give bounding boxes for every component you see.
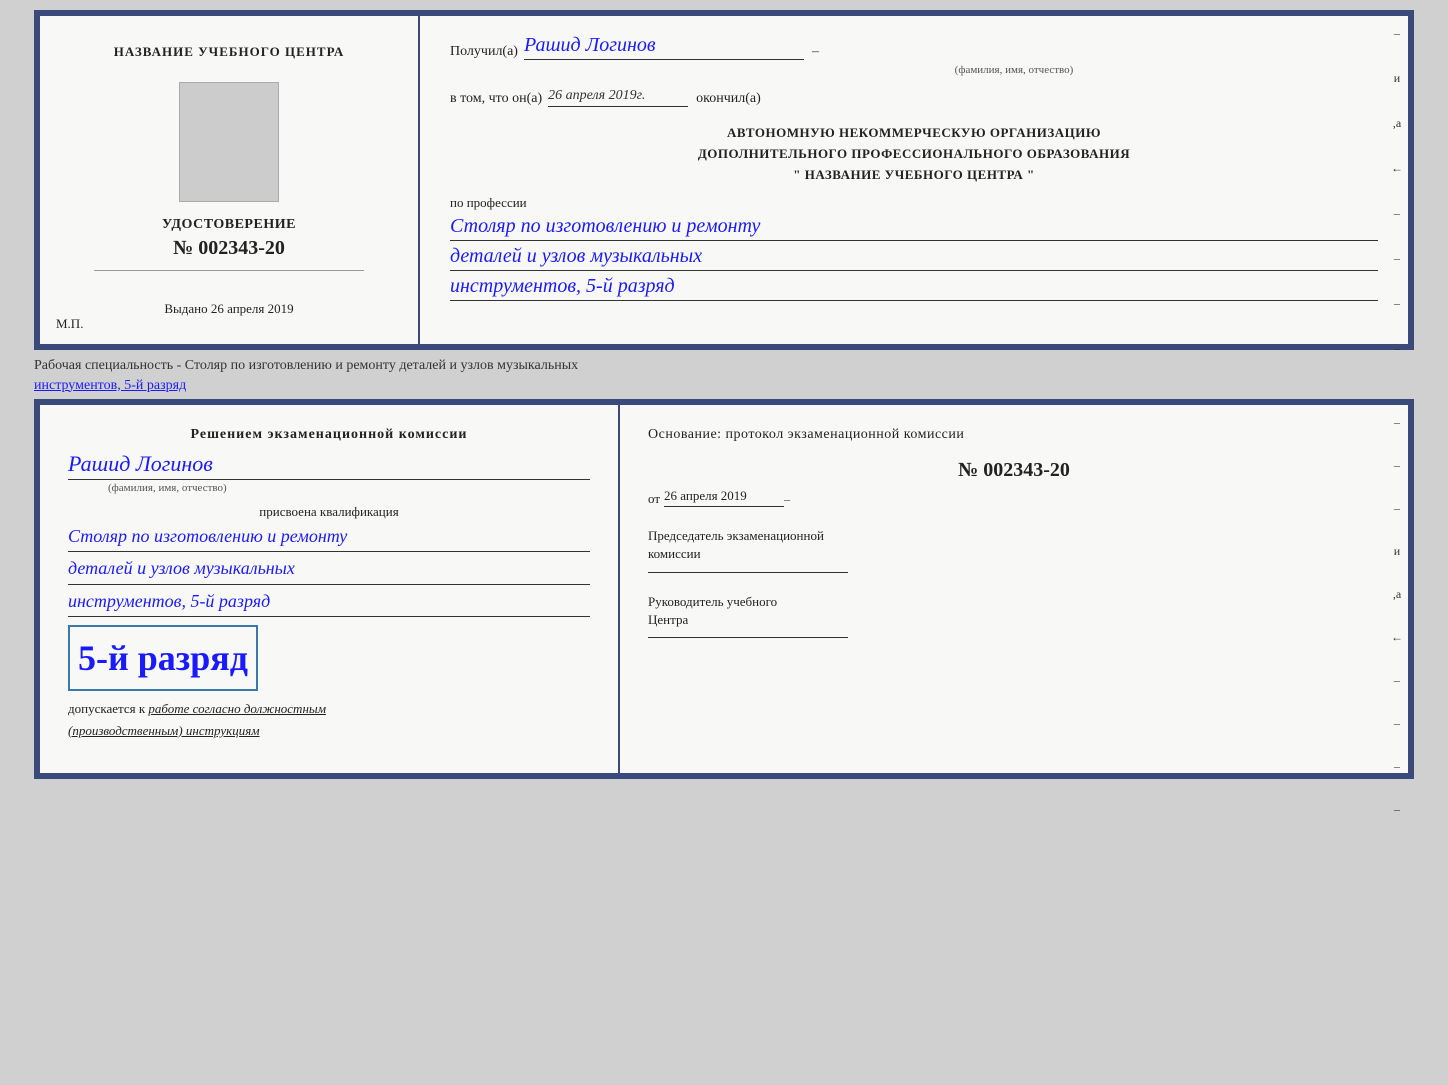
rukovoditel-label: Руководитель учебного Центра <box>648 593 1380 629</box>
mark-8: – <box>1394 341 1400 356</box>
mark-5: – <box>1394 206 1400 221</box>
photo-placeholder <box>179 82 279 202</box>
cert-top-left: НАЗВАНИЕ УЧЕБНОГО ЦЕНТРА УДОСТОВЕРЕНИЕ №… <box>40 16 420 344</box>
right-sidebar-marks2: – – – и ,а ← – – – – <box>1386 405 1408 773</box>
dopusk-italic2: (производственным) инструкциям <box>68 723 260 738</box>
predsedatel-block: Председатель экзаменационной комиссии <box>648 527 1380 572</box>
rukovoditel-line1: Руководитель учебного <box>648 593 1380 611</box>
rukovoditel-block: Руководитель учебного Центра <box>648 593 1380 638</box>
vtom-row: в том, что он(а) 26 апреля 2019г. окончи… <box>450 88 1378 107</box>
mark-6: – <box>1394 251 1400 266</box>
profession-line1: Столяр по изготовлению и ремонту <box>450 215 1378 241</box>
bmark-2: – <box>1394 458 1400 473</box>
bottom-profession-1: Столяр по изготовлению и ремонту <box>68 524 590 552</box>
mark-2: и <box>1394 71 1400 86</box>
between-text2-span: инструментов, 5-й разряд <box>34 378 186 393</box>
dopuskaetsya-row: допускается к работе согласно должностны… <box>68 701 590 717</box>
prisvoena-label: присвоена квалификация <box>68 504 590 520</box>
mp-label: М.П. <box>56 316 83 332</box>
top-certificate: НАЗВАНИЕ УЧЕБНОГО ЦЕНТРА УДОСТОВЕРЕНИЕ №… <box>34 10 1414 350</box>
osnovanie-label: Основание: протокол экзаменационной коми… <box>648 427 1380 443</box>
vydano-label: Выдано <box>164 301 207 316</box>
between-text1: Рабочая специальность - Столяр по изгото… <box>34 356 1414 376</box>
vydano-line: Выдано 26 апреля 2019 <box>164 301 293 317</box>
bottom-certificate: Решением экзаменационной комиссии Рашид … <box>34 399 1414 779</box>
mark-7: – <box>1394 296 1400 311</box>
cert-top-right: Получил(а) Рашид Логинов – (фамилия, имя… <box>420 16 1408 344</box>
bmark-5: ,а <box>1393 587 1401 602</box>
org-block: АВТОНОМНУЮ НЕКОММЕРЧЕСКУЮ ОРГАНИЗАЦИЮ ДО… <box>450 123 1378 185</box>
profession-line2: деталей и узлов музыкальных <box>450 245 1378 271</box>
predsedatel-line1: Председатель экзаменационной <box>648 527 1380 545</box>
poluchil-dash: – <box>812 44 819 60</box>
org-line1: АВТОНОМНУЮ НЕКОММЕРЧЕСКУЮ ОРГАНИЗАЦИЮ <box>450 123 1378 144</box>
vtom-date: 26 апреля 2019г. <box>548 88 688 107</box>
rukovoditel-line2: Центра <box>648 611 1380 629</box>
poluchil-row: Получил(а) Рашид Логинов – <box>450 34 1378 60</box>
poluchil-label: Получил(а) <box>450 44 518 60</box>
bottom-profession-2: деталей и узлов музыкальных <box>68 556 590 584</box>
protocol-number: № 002343-20 <box>648 459 1380 482</box>
udostoverenie-number: № 002343-20 <box>162 237 296 260</box>
po-professii-label: по профессии <box>450 195 1378 211</box>
resheniem-title: Решением экзаменационной комиссии <box>68 427 590 443</box>
bmark-6: ← <box>1391 630 1403 645</box>
protocol-date-row: от 26 апреля 2019 – <box>648 488 1380 507</box>
bmark-1: – <box>1394 415 1400 430</box>
mark-4: ← <box>1391 161 1403 176</box>
mark-1: – <box>1394 26 1400 41</box>
bmark-9: – <box>1394 759 1400 774</box>
razryad-highlight-box: 5-й разряд <box>68 625 258 691</box>
dopuskaetsya-row2: (производственным) инструкциям <box>68 723 590 739</box>
ot-label: от <box>648 491 660 507</box>
predsedatel-line2: комиссии <box>648 545 1380 563</box>
predsedatel-sign-line <box>648 572 848 573</box>
date-dash: – <box>784 492 790 507</box>
poluchil-name: Рашид Логинов <box>524 34 804 60</box>
bmark-10: – <box>1394 802 1400 817</box>
udostoverenie-block: УДОСТОВЕРЕНИЕ № 002343-20 <box>162 217 296 260</box>
mark-3: ,а <box>1393 116 1401 131</box>
predsedatel-label: Председатель экзаменационной комиссии <box>648 527 1380 563</box>
bottom-profession-3: инструментов, 5-й разряд <box>68 589 590 617</box>
fio-label-top: (фамилия, имя, отчество) <box>650 64 1378 76</box>
between-text1-span: Рабочая специальность - Столяр по изгото… <box>34 358 578 373</box>
school-name-top: НАЗВАНИЕ УЧЕБНОГО ЦЕНТРА <box>114 43 345 61</box>
separator-line-left <box>94 270 364 271</box>
bmark-7: – <box>1394 673 1400 688</box>
bmark-8: – <box>1394 716 1400 731</box>
org-line2: ДОПОЛНИТЕЛЬНОГО ПРОФЕССИОНАЛЬНОГО ОБРАЗО… <box>450 144 1378 165</box>
bottom-name: Рашид Логинов <box>68 451 590 480</box>
razryad-big: 5-й разряд <box>78 637 248 679</box>
vtom-okoncil: окончил(а) <box>696 91 761 107</box>
between-section: Рабочая специальность - Столяр по изгото… <box>34 350 1414 399</box>
bmark-4: и <box>1394 544 1400 559</box>
org-line3: " НАЗВАНИЕ УЧЕБНОГО ЦЕНТРА " <box>450 165 1378 186</box>
ot-date: 26 апреля 2019 <box>664 488 784 507</box>
dopuskaetsya-label: допускается к <box>68 701 145 716</box>
cert-bottom-left: Решением экзаменационной комиссии Рашид … <box>40 405 620 773</box>
right-sidebar-marks: – и ,а ← – – – – <box>1386 16 1408 344</box>
vtom-label: в том, что он(а) <box>450 91 542 107</box>
udostoverenie-title: УДОСТОВЕРЕНИЕ <box>162 217 296 233</box>
bmark-3: – <box>1394 501 1400 516</box>
fio-label-bottom: (фамилия, имя, отчество) <box>108 482 590 494</box>
between-text2: инструментов, 5-й разряд <box>34 376 1414 396</box>
rukovoditel-sign-line <box>648 637 848 638</box>
dopusk-italic1: работе согласно должностным <box>148 701 326 716</box>
vydano-date: 26 апреля 2019 <box>211 301 294 316</box>
cert-bottom-right: Основание: протокол экзаменационной коми… <box>620 405 1408 773</box>
profession-line3: инструментов, 5-й разряд <box>450 275 1378 301</box>
